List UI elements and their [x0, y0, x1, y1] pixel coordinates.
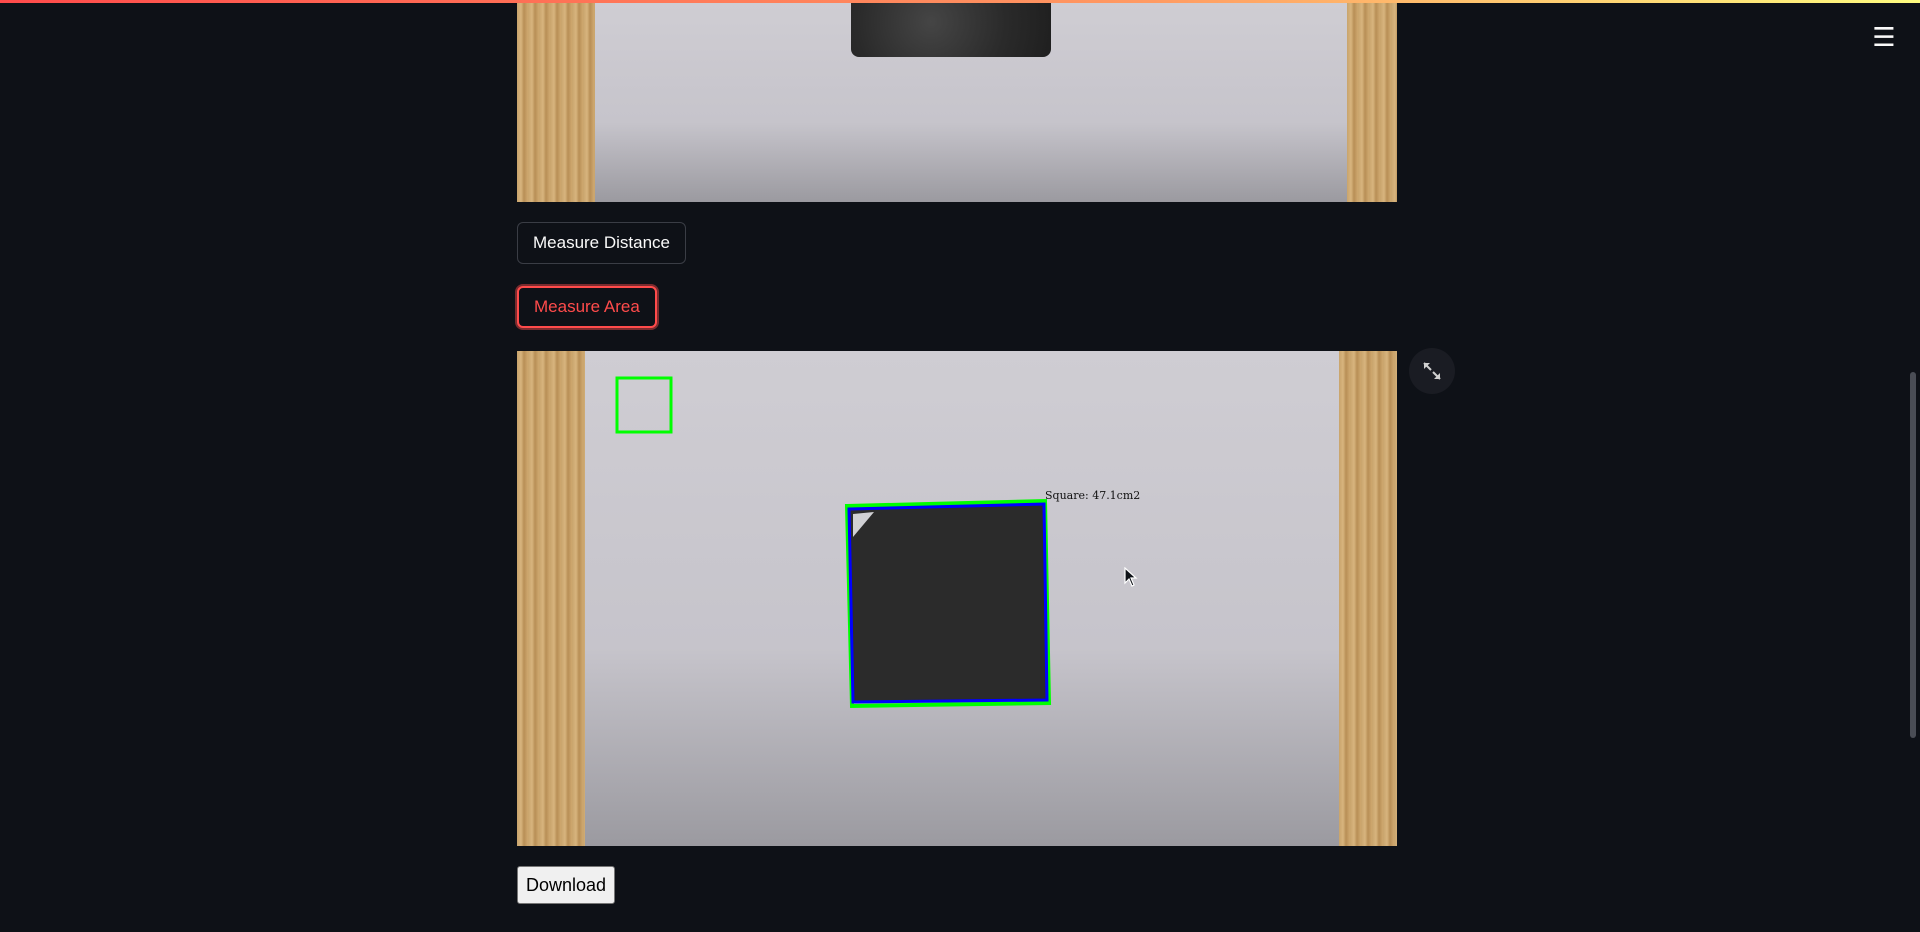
hamburger-menu-icon[interactable]: ☰: [1866, 23, 1902, 53]
contour-overlay: [615, 376, 1052, 709]
result-image: Square: 47.1cm2: [517, 351, 1397, 846]
area-annotation-label: Square: 47.1cm2: [1045, 489, 1141, 502]
wood-background-right: [1347, 3, 1397, 202]
reference-square-contour: [615, 376, 673, 434]
download-button[interactable]: Download: [517, 866, 616, 904]
scrollbar-thumb[interactable]: [1910, 372, 1916, 738]
leather-square-object: [848, 503, 1048, 703]
mouse-cursor-icon: [1124, 567, 1138, 587]
fullscreen-button[interactable]: [1409, 348, 1455, 394]
original-image: [517, 3, 1397, 202]
measure-area-button[interactable]: Measure Area: [517, 286, 657, 328]
measure-distance-button[interactable]: Measure Distance: [517, 222, 687, 264]
expand-fullscreen-icon: [1423, 362, 1441, 380]
top-decoration-bar: [0, 0, 1920, 3]
leather-square-object: [851, 3, 1051, 57]
wood-background-left: [517, 3, 597, 202]
